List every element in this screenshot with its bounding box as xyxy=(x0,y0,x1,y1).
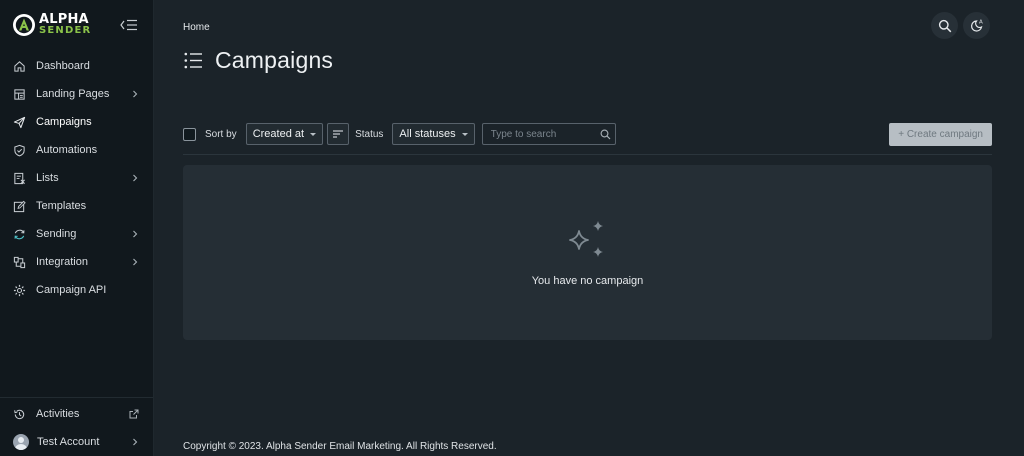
collapse-sidebar-button[interactable] xyxy=(119,17,139,33)
sort-direction-button[interactable] xyxy=(327,123,350,145)
header-actions: A xyxy=(931,12,990,39)
sidebar-item-label: Landing Pages xyxy=(36,88,110,100)
brand: ALPHA SENDER xyxy=(0,0,153,50)
chevron-right-icon xyxy=(133,438,138,446)
list-box-icon xyxy=(14,172,25,184)
breadcrumb[interactable]: Home xyxy=(183,22,210,33)
chevron-right-icon xyxy=(133,258,138,266)
sidebar-item-dashboard[interactable]: Dashboard xyxy=(0,52,153,80)
campaign-search xyxy=(481,123,616,145)
empty-state-panel: You have no campaign xyxy=(183,165,992,340)
svg-text:A: A xyxy=(979,20,983,26)
sidebar-item-automations[interactable]: Automations xyxy=(0,136,153,164)
search-icon xyxy=(938,19,951,32)
theme-toggle-button[interactable]: A xyxy=(963,12,990,39)
sparkles-icon xyxy=(568,221,603,257)
sidebar-item-templates[interactable]: Templates xyxy=(0,192,153,220)
chevron-right-icon xyxy=(133,90,138,98)
main-content: Home A Campaigns Sort by Created at Stat… xyxy=(154,0,1024,456)
external-link-icon xyxy=(129,409,139,419)
campaign-toolbar: Sort by Created at Status All statuses +… xyxy=(183,122,992,146)
chevron-right-icon xyxy=(133,230,138,238)
sidebar-item-label: Automations xyxy=(36,144,98,156)
search-button[interactable] xyxy=(931,12,958,39)
status-select[interactable]: All statuses xyxy=(392,123,475,145)
sidebar-item-lists[interactable]: Lists xyxy=(0,164,153,192)
sidebar-item-label: Campaigns xyxy=(36,116,92,128)
sidebar-item-label: Integration xyxy=(36,256,88,268)
sidebar-item-label: Templates xyxy=(36,200,87,212)
chevron-right-icon xyxy=(133,174,138,182)
sort-icon xyxy=(333,130,344,138)
sidebar-bottom: Activities Test Account xyxy=(0,397,153,456)
sidebar-item-label: Lists xyxy=(36,172,59,184)
caret-down-icon xyxy=(461,132,468,136)
alpha-logo-icon xyxy=(13,14,35,36)
send-icon xyxy=(13,116,26,128)
account-name: Test Account xyxy=(37,436,100,448)
avatar xyxy=(13,434,29,450)
page-title: Campaigns xyxy=(184,47,333,74)
search-input[interactable] xyxy=(490,128,600,140)
edit-icon xyxy=(13,200,26,212)
sidebar-item-label: Dashboard xyxy=(36,60,90,72)
history-icon xyxy=(14,409,25,419)
create-campaign-button[interactable]: + Create campaign xyxy=(889,122,992,146)
sidebar-item-sending[interactable]: Sending xyxy=(0,220,153,248)
sidebar: ALPHA SENDER Dashboard Landing Pages Cam… xyxy=(0,0,154,456)
empty-state-message: You have no campaign xyxy=(531,275,644,287)
sidebar-nav: Dashboard Landing Pages Campaigns Automa… xyxy=(0,52,153,304)
plug-icon xyxy=(13,256,26,268)
brand-line2: SENDER xyxy=(39,25,92,36)
sidebar-item-campaign-api[interactable]: Campaign API xyxy=(0,276,153,304)
sidebar-item-integration[interactable]: Integration xyxy=(0,248,153,276)
page-title-text: Campaigns xyxy=(215,47,334,73)
sidebar-item-campaigns[interactable]: Campaigns xyxy=(0,108,153,136)
app-root: ALPHA SENDER Dashboard Landing Pages Cam… xyxy=(0,0,1024,456)
home-icon xyxy=(14,60,25,72)
select-all-checkbox[interactable] xyxy=(183,127,196,141)
collapse-menu-icon xyxy=(120,19,137,31)
sidebar-item-label: Sending xyxy=(36,228,77,240)
sync-icon xyxy=(14,229,25,239)
brand-wordmark: ALPHA SENDER xyxy=(39,12,92,36)
sort-by-label: Sort by xyxy=(205,128,237,140)
list-icon xyxy=(184,52,202,69)
sidebar-item-label: Campaign API xyxy=(36,284,107,296)
search-icon xyxy=(600,129,611,139)
status-label: Status xyxy=(355,128,384,140)
sort-by-value: Created at xyxy=(252,128,305,140)
status-value: All statuses xyxy=(399,128,456,140)
footer-copyright: Copyright © 2023. Alpha Sender Email Mar… xyxy=(183,441,497,452)
toolbar-divider xyxy=(183,154,992,155)
layout-icon xyxy=(14,88,25,100)
caret-down-icon xyxy=(310,132,317,136)
sidebar-item-label: Activities xyxy=(36,408,80,420)
shield-check-icon xyxy=(14,144,25,156)
gear-icon xyxy=(13,284,26,296)
moon-auto-icon: A xyxy=(971,20,983,32)
account-menu[interactable]: Test Account xyxy=(0,428,153,456)
sidebar-item-activities[interactable]: Activities xyxy=(0,400,153,428)
sidebar-item-landing-pages[interactable]: Landing Pages xyxy=(0,80,153,108)
sort-by-select[interactable]: Created at xyxy=(245,123,324,145)
brand-line1: ALPHA xyxy=(39,12,89,27)
